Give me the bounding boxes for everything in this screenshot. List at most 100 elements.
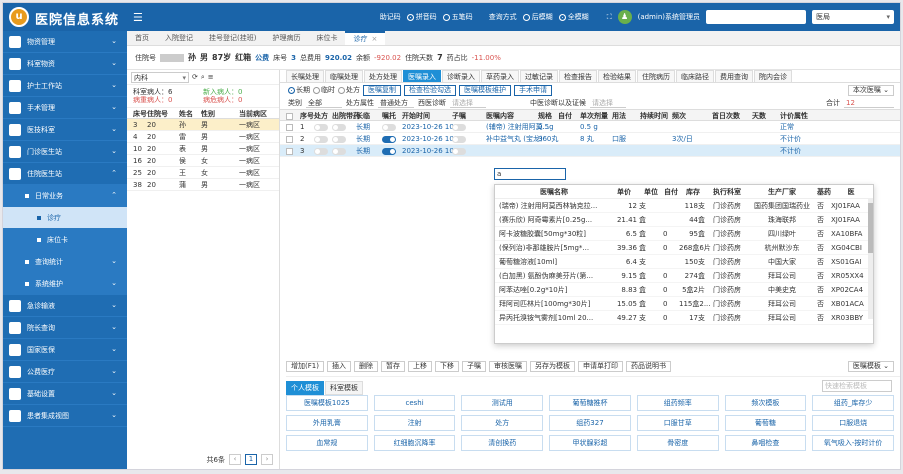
tab-personal-template[interactable]: 个人模板 [286, 381, 324, 395]
tab-treatment[interactable]: 诊疗 × [345, 31, 386, 45]
table-row[interactable]: 10 20 表 男 一病区 [127, 143, 279, 155]
sidebar-sub-daily[interactable]: 日常业务 ⌃ [3, 185, 127, 207]
move-down-button[interactable]: 下移 [434, 360, 459, 372]
template-button[interactable]: 组药327 [549, 415, 631, 431]
template-button[interactable]: 医嘱模板1025 [286, 395, 368, 411]
rx-toggle[interactable] [314, 135, 328, 143]
west-diag-select[interactable]: 请选择 [450, 98, 486, 108]
discharge-toggle[interactable] [332, 135, 346, 143]
subtab-exam-report[interactable]: 检查报告 [559, 70, 597, 82]
template-button[interactable]: 葡萄糖 [724, 415, 807, 431]
select-all-checkbox[interactable] [286, 112, 293, 120]
subtab-diagnosis[interactable]: 诊断录入 [442, 70, 480, 82]
radio-full[interactable]: 全模糊 [558, 12, 589, 22]
tab-nursing[interactable]: 护理病历 [264, 31, 308, 45]
dept-select[interactable]: 医局 [812, 10, 894, 24]
template-button[interactable]: 频次模板 [724, 395, 807, 411]
table-row[interactable]: 4 20 雷 男 一病区 [127, 131, 279, 143]
review-orders-button[interactable]: 审核医嘱 [488, 360, 527, 372]
sub-order-toggle[interactable] [452, 123, 466, 131]
tab-dept-template[interactable]: 科室模板 [325, 381, 363, 395]
radio-prefix[interactable]: 后模糊 [522, 12, 553, 22]
user-avatar-icon[interactable]: ♟ [617, 10, 632, 24]
subtab-long-orders[interactable]: 长嘱处理 [286, 70, 324, 82]
template-button[interactable]: 血常规 [286, 435, 368, 451]
sidebar-item-director[interactable]: 院长查询 ⌄ [3, 317, 127, 339]
list-item[interactable]: (保列治)非那雄胺片[5mg*... 39.36 盒 0 268盒6片 门诊药房 杭州默沙东… [495, 241, 873, 255]
dept-filter-select[interactable]: 内科 [131, 71, 189, 83]
subtab-lab-result[interactable]: 检验结果 [598, 70, 636, 82]
subtab-order-entry[interactable]: 医嘱录入 [403, 70, 441, 82]
current-orders-select[interactable]: 本次医嘱 ⌄ [847, 84, 894, 96]
table-row[interactable]: 3 20 孙 男 一病区 [127, 119, 279, 131]
sidebar-item-insurance[interactable]: 国家医保 ⌄ [3, 339, 127, 361]
drug-leaflet-button[interactable]: 药品说明书 [625, 360, 671, 372]
table-row[interactable]: 16 20 侯 女 一病区 [127, 155, 279, 167]
radio-long[interactable]: 长期 [288, 85, 310, 95]
list-item[interactable]: 葡萄糖溶液[10ml] 6.4 支 150支 门诊药房 中国大家 否 XS01GAI [495, 255, 873, 269]
tab-register[interactable]: 挂号登记(挂班) [201, 31, 264, 45]
print-request-button[interactable]: 申请单打印 [577, 360, 623, 372]
tab-home[interactable]: 首页 [127, 31, 157, 45]
discharge-toggle[interactable] [332, 147, 346, 155]
sidebar-item-emergency[interactable]: 急诊输液 ⌄ [3, 295, 127, 317]
menu-toggle-icon[interactable]: ☰ [133, 11, 143, 24]
template-button[interactable]: 组药频率 [636, 395, 719, 411]
sidebar-sub-system[interactable]: 系统维护 ⌄ [3, 273, 127, 295]
next-page-button[interactable]: › [261, 454, 273, 465]
check-select-button[interactable]: 检查检验勾选 [404, 84, 456, 96]
order-row[interactable]: 1 长期 2023-10-26 10... (辅帝) 注射用阿莫... 0.5g… [280, 121, 900, 133]
rx-toggle[interactable] [314, 123, 328, 131]
template-button[interactable]: 氧气吸入-按时计价 [812, 435, 894, 451]
template-search-input[interactable]: 快速检索模板 [822, 380, 892, 392]
sidebar-item-public[interactable]: 公费医疗 ⌄ [3, 361, 127, 383]
refresh-icon[interactable]: ⟳ [192, 73, 198, 81]
entrust-toggle[interactable] [382, 147, 396, 155]
surgery-apply-button[interactable]: 手术申请 [514, 84, 552, 96]
sidebar-item-dept-supplies[interactable]: 科室物资 ⌄ [3, 53, 127, 75]
tab-admission[interactable]: 入院登记 [157, 31, 201, 45]
template-button[interactable]: 红细胞沉降率 [373, 435, 456, 451]
fullscreen-icon[interactable]: ⛶ [607, 13, 612, 22]
template-button[interactable]: 口服退烧 [812, 415, 894, 431]
cn-diag-select[interactable]: 请选择 [590, 98, 626, 108]
subtab-rx[interactable]: 处方处理 [364, 70, 402, 82]
sidebar-sub-query[interactable]: 查询统计 ⌄ [3, 251, 127, 273]
list-menu-icon[interactable]: ≡ [208, 73, 214, 81]
subtab-allergy[interactable]: 过敏记录 [520, 70, 558, 82]
row-checkbox[interactable] [286, 123, 293, 131]
tab-bedcard[interactable]: 床位卡 [308, 31, 345, 45]
list-item[interactable]: (白加黑) 氨酚伪麻美芬片(第... 9.15 盒 0 274盒 门诊药房 拜耳公司 否 XR0… [495, 269, 873, 283]
sidebar-item-medtech[interactable]: 医技科室 ⌄ [3, 119, 127, 141]
entrust-toggle[interactable] [382, 135, 396, 143]
subtab-herbal[interactable]: 草药录入 [481, 70, 519, 82]
template-button[interactable]: 外用乳膏 [286, 415, 368, 431]
order-row[interactable]: 2 长期 2023-10-26 10... 补中益气丸 (宝龙) 360丸 8 … [280, 133, 900, 145]
sidebar-sub-treatment[interactable]: 诊疗 [3, 207, 127, 229]
subtab-consult[interactable]: 院内会诊 [754, 70, 792, 82]
class-select[interactable]: 全部 [306, 98, 342, 108]
sidebar-item-outpatient[interactable]: 门诊医生站 ⌄ [3, 141, 127, 163]
template-button[interactable]: 骨密度 [636, 435, 719, 451]
list-item[interactable]: 异丙托溴铵气雾剂[10ml 20... 49.27 支 0 17支 门诊药房 拜耳公司 否 XR… [495, 311, 873, 325]
add-button[interactable]: 增加(F1) [286, 360, 324, 372]
rx-toggle[interactable] [314, 147, 328, 155]
sidebar-item-inpatient[interactable]: 住院医生站 ⌃ [3, 163, 127, 185]
move-up-button[interactable]: 上移 [407, 360, 432, 372]
search-icon[interactable]: ⌕ [201, 73, 205, 82]
close-icon[interactable]: × [371, 35, 377, 43]
sidebar-item-supplies[interactable]: 物资管理 ⌄ [3, 31, 127, 53]
row-checkbox[interactable] [286, 147, 293, 155]
page-number[interactable]: 1 [245, 454, 257, 465]
row-checkbox[interactable] [286, 135, 293, 143]
template-button[interactable]: 清创换药 [461, 435, 544, 451]
list-item[interactable]: 拜阿司匹林片[100mg*30片] 15.05 盒 0 115盒2... 门诊药房 拜耳公司… [495, 297, 873, 311]
copy-order-button[interactable]: 医嘱复制 [363, 84, 401, 96]
template-button[interactable]: 甲状腺彩超 [549, 435, 631, 451]
insert-button[interactable]: 插入 [326, 360, 351, 372]
template-button[interactable]: ceshi [373, 395, 456, 411]
order-row[interactable]: 3 长期 2023-10-26 10... 不计价 [280, 145, 900, 157]
sub-order-button[interactable]: 子嘱 [461, 360, 486, 372]
subtab-record[interactable]: 住院病历 [637, 70, 675, 82]
template-maint-button[interactable]: 医嘱模板维护 [459, 84, 511, 96]
